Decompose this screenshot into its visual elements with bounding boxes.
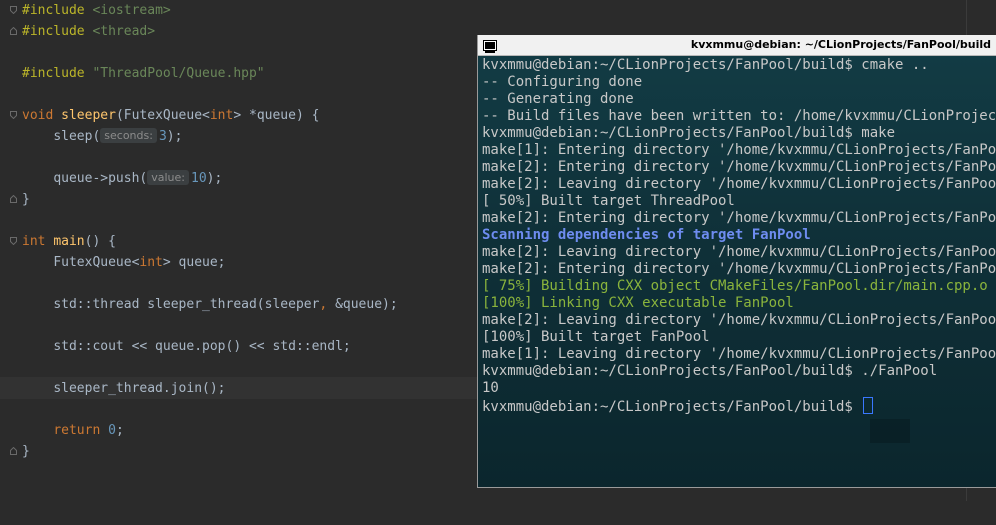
code-text: () { [84,234,116,249]
number-literal: 10 [191,171,207,186]
terminal-line: make[2]: Entering directory '/home/kvxmm… [482,210,996,226]
fold-close-icon[interactable] [10,195,17,203]
code-text: (FutexQueue< [115,108,210,123]
window-title: kvxmmu@debian: ~/CLionProjects/FanPool/b… [690,38,991,51]
separator: , [319,297,336,312]
terminal-line: make[2]: Leaving directory '/home/kvxmmu… [482,312,996,328]
code-text: ); [206,171,223,186]
code-text: ; [115,423,124,438]
parameter-hint: value: [147,170,189,185]
terminal-line: -- Configuring done [482,74,643,90]
terminal-line: kvxmmu@debian:~/CLionProjects/FanPool/bu… [482,57,929,73]
fold-close-icon[interactable] [10,447,17,455]
terminal-line-build: [ 75%] Building CXX object CMakeFiles/Fa… [482,278,988,294]
code-line-1[interactable]: #include <iostream> [0,0,171,21]
code-line-7[interactable]: sleep(seconds: 3); [0,126,182,147]
include-directive: #include [22,66,85,81]
code-line-21[interactable]: return 0; [0,420,123,441]
code-line-17[interactable]: std::cout << queue.pop() << std::endl; [0,336,350,357]
code-line-4[interactable]: #include "ThreadPool/Queue.hpp" [0,63,265,84]
text-cursor[interactable] [863,397,874,414]
terminal-window[interactable]: kvxmmu@debian: ~/CLionProjects/FanPool/b… [477,35,996,488]
terminal-line: -- Build files have been written to: /ho… [482,108,996,124]
code-text: sleeper_thread.join(); [53,381,226,396]
keyword: int [139,255,163,270]
code-line-6[interactable]: void sleeper(FutexQueue<int> *queue) { [0,105,319,126]
keyword: return [53,423,101,438]
terminal-line: make[2]: Entering directory '/home/kvxmm… [482,261,996,277]
terminal-line: [ 50%] Built target ThreadPool [482,193,735,209]
fold-close-icon[interactable] [10,27,17,35]
function-name: main [53,234,85,249]
number-literal: 3 [158,129,167,144]
keyword: int [22,234,46,249]
terminal-line: make[1]: Entering directory '/home/kvxmm… [482,142,996,158]
code-text: queue->push( [53,171,148,186]
fold-open-icon[interactable] [10,6,17,14]
code-text: sleep( [53,129,101,144]
terminal-line-highlight: Scanning dependencies of target FanPool [482,227,811,243]
parameter-hint: seconds: [100,128,157,143]
keyword: void [22,108,54,123]
code-line-22[interactable]: } [0,441,31,462]
terminal-line: make[2]: Leaving directory '/home/kvxmmu… [482,176,996,192]
terminal-line-link: [100%] Linking CXX executable FanPool [482,295,794,311]
terminal-line: make[2]: Leaving directory '/home/kvxmmu… [482,244,996,260]
include-target: <iostream> [84,3,171,18]
code-text: > queue; [162,255,226,270]
terminal-output[interactable]: kvxmmu@debian:~/CLionProjects/FanPool/bu… [478,56,996,487]
keyword: int [209,108,234,123]
include-directive: #include [22,24,85,39]
terminal-line: make[2]: Entering directory '/home/kvxmm… [482,159,996,175]
terminal-line: make[1]: Leaving directory '/home/kvxmmu… [482,346,996,362]
include-directive: #include [22,3,85,18]
code-text: } [22,444,30,459]
terminal-line: [100%] Built target FanPool [482,329,710,345]
function-name: sleeper [61,108,116,123]
fold-open-icon[interactable] [10,237,17,245]
code-line-2[interactable]: #include <thread> [0,21,155,42]
include-target: <thread> [84,24,156,39]
code-line-12[interactable]: int main() { [0,231,116,252]
code-line-10[interactable]: } [0,189,31,210]
code-text: &queue); [335,297,398,312]
terminal-line: kvxmmu@debian:~/CLionProjects/FanPool/bu… [482,125,896,141]
terminal-titlebar[interactable]: kvxmmu@debian: ~/CLionProjects/FanPool/b… [478,35,996,56]
code-text: } [22,192,30,207]
number-literal: 0 [108,423,116,438]
terminal-line: kvxmmu@debian:~/CLionProjects/FanPool/bu… [482,363,938,379]
code-line-13[interactable]: FutexQueue<int> queue; [0,252,225,273]
terminal-line: 10 [482,380,499,396]
code-line-15[interactable]: std::thread sleeper_thread(sleeper, &que… [0,294,397,315]
code-line-19[interactable]: sleeper_thread.join(); [0,378,225,399]
code-line-9[interactable]: queue->push(value: 10); [0,168,222,189]
terminal-prompt: kvxmmu@debian:~/CLionProjects/FanPool/bu… [482,399,862,415]
code-text: > *queue) { [233,108,320,123]
terminal-prompt-line[interactable]: kvxmmu@debian:~/CLionProjects/FanPool/bu… [482,397,874,415]
code-text: std::thread sleeper_thread(sleeper [53,297,320,312]
code-text: FutexQueue< [53,255,140,270]
code-text: std::cout << queue.pop() << std::endl; [53,339,351,354]
terminal-icon[interactable] [483,38,497,57]
fold-open-icon[interactable] [10,111,17,119]
code-text: ); [166,129,183,144]
include-target: "ThreadPool/Queue.hpp" [84,66,265,81]
cursor-shadow [870,419,910,443]
terminal-line: -- Generating done [482,91,634,107]
